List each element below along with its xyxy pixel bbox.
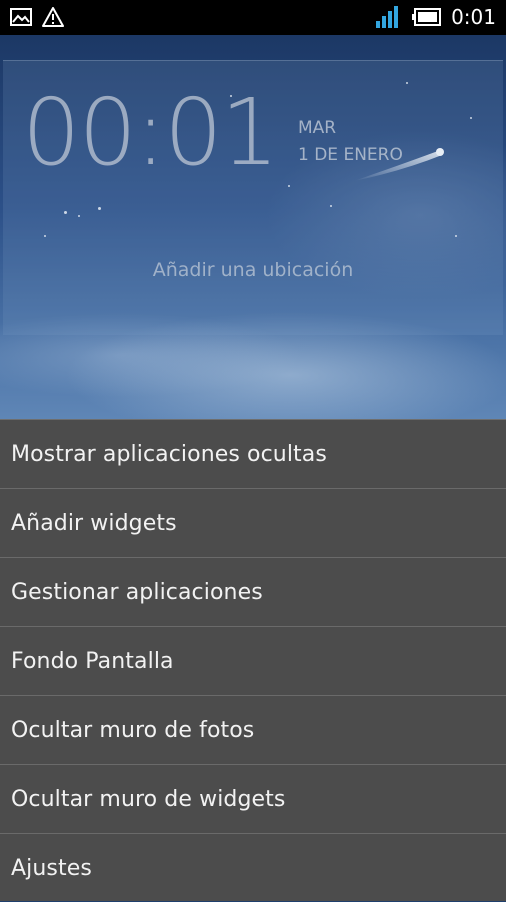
menu-item-hide-widget-wall[interactable]: Ocultar muro de widgets <box>0 765 506 834</box>
signal-icon <box>375 5 401 29</box>
add-location-link[interactable]: Añadir una ubicación <box>0 257 506 283</box>
menu-item-label: Mostrar aplicaciones ocultas <box>11 441 327 467</box>
wallpaper: 00:01 MAR 1 DE ENERO Añadir una ubicació… <box>0 35 506 419</box>
menu-item-label: Ocultar muro de widgets <box>11 786 286 812</box>
clock-time: 00:01 <box>22 79 279 186</box>
menu-item-show-hidden-apps[interactable]: Mostrar aplicaciones ocultas <box>0 420 506 489</box>
battery-icon <box>411 8 442 26</box>
status-right-icons: 0:01 <box>375 4 496 30</box>
menu-item-wallpaper[interactable]: Fondo Pantalla <box>0 627 506 696</box>
image-icon <box>10 8 32 26</box>
clock-date: 1 DE ENERO <box>298 145 403 165</box>
menu-item-hide-photo-wall[interactable]: Ocultar muro de fotos <box>0 696 506 765</box>
menu-item-label: Añadir widgets <box>11 510 177 536</box>
menu-item-add-widgets[interactable]: Añadir widgets <box>0 489 506 558</box>
menu-item-settings[interactable]: Ajustes <box>0 834 506 902</box>
status-time: 0:01 <box>451 5 496 29</box>
warning-icon <box>42 7 64 27</box>
status-bar: 0:01 <box>0 0 506 35</box>
menu-item-label: Ajustes <box>11 855 92 881</box>
menu-item-label: Gestionar aplicaciones <box>11 579 263 605</box>
menu-item-manage-apps[interactable]: Gestionar aplicaciones <box>0 558 506 627</box>
clock-day: MAR <box>298 118 337 138</box>
options-menu: Mostrar aplicaciones ocultas Añadir widg… <box>0 419 506 901</box>
menu-item-label: Fondo Pantalla <box>11 648 174 674</box>
status-left-icons <box>10 6 64 28</box>
menu-item-label: Ocultar muro de fotos <box>11 717 255 743</box>
